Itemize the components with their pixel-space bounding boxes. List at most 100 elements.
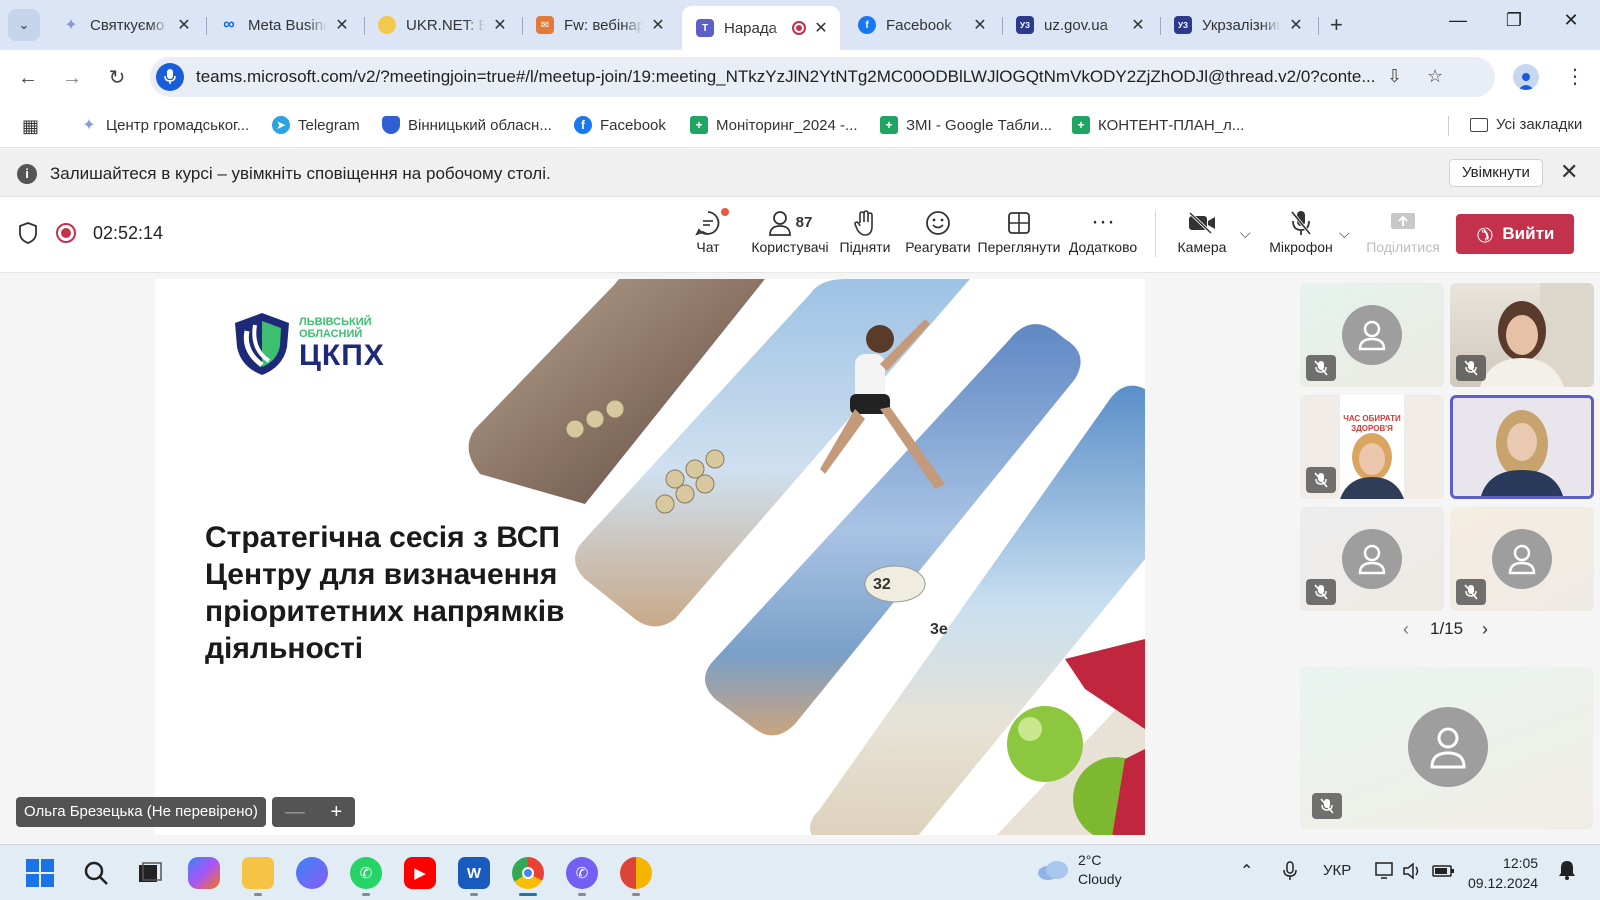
youtube-icon[interactable]: ▶ (404, 857, 436, 889)
uz-icon: УЗ (1174, 16, 1192, 34)
more-button[interactable]: ··· Додатково (1063, 205, 1143, 255)
close-icon[interactable]: ✕ (812, 18, 830, 38)
sheets-plus-icon: + (880, 116, 898, 134)
share-button[interactable]: Поділитися (1360, 205, 1446, 255)
close-icon[interactable]: ✕ (1560, 159, 1578, 185)
leave-button[interactable]: ✆ Вийти (1456, 214, 1574, 254)
bookmark-item[interactable]: ✦ Центр громадськог... (80, 116, 249, 135)
person-avatar-icon (1342, 305, 1402, 365)
browser-tab[interactable]: ✉ Fw: вебінар ✕ (522, 8, 677, 42)
viber-icon[interactable]: ✆ (566, 857, 598, 889)
browser-tab[interactable]: УЗ Укрзалізниця ✕ (1160, 8, 1315, 42)
new-tab-plus-icon[interactable]: + (1330, 12, 1343, 38)
unread-badge (721, 208, 729, 216)
microphone-icon[interactable] (156, 63, 184, 91)
network-icon[interactable] (1375, 861, 1397, 886)
notification-bell-icon[interactable] (1558, 859, 1576, 886)
reload-icon[interactable]: ↻ (103, 64, 131, 92)
volume-icon[interactable] (1402, 861, 1424, 886)
chrome-icon[interactable] (512, 857, 544, 889)
telegram-icon: ➤ (272, 116, 290, 134)
microphone-button[interactable]: Мікрофон (1262, 205, 1340, 255)
bookmark-item[interactable]: + Моніторинг_2024 -... (690, 116, 858, 134)
forward-arrow-icon[interactable]: → (58, 64, 86, 92)
search-icon[interactable] (80, 857, 112, 889)
browser-tab[interactable]: UKR.NET: Е ✕ (364, 8, 519, 42)
copilot-app-icon[interactable] (296, 857, 328, 889)
word-icon[interactable]: W (458, 857, 490, 889)
browser-tab[interactable]: ✦ Святкуємо ✕ (48, 8, 203, 42)
windows-start-icon[interactable] (24, 857, 56, 889)
share-screen-icon (1360, 205, 1446, 239)
task-view-icon[interactable] (134, 857, 166, 889)
close-icon[interactable]: ✕ (1129, 15, 1147, 35)
profile-avatar-icon[interactable] (1513, 64, 1539, 90)
view-button[interactable]: Переглянути (975, 205, 1063, 255)
url-text[interactable]: teams.microsoft.com/v2/?meetingjoin=true… (196, 67, 1396, 87)
battery-icon[interactable] (1432, 861, 1456, 886)
zoom-in-icon[interactable]: + (330, 801, 342, 824)
mic-muted-icon (1306, 579, 1336, 605)
file-explorer-icon[interactable] (242, 857, 274, 889)
raise-hand-button[interactable]: Підняти (826, 205, 904, 255)
address-bar[interactable]: teams.microsoft.com/v2/?meetingjoin=true… (150, 57, 1495, 97)
participant-tile[interactable] (1300, 283, 1444, 387)
close-icon[interactable]: ✕ (175, 15, 193, 35)
participant-tile-video[interactable] (1450, 283, 1594, 387)
window-close-icon[interactable]: ✕ (1556, 10, 1586, 31)
react-button[interactable]: Реагувати (897, 205, 979, 255)
whatsapp-icon[interactable]: ✆ (350, 857, 382, 889)
bookmark-item[interactable]: ➤ Telegram (272, 116, 360, 134)
close-icon[interactable]: ✕ (491, 15, 509, 35)
chat-button[interactable]: Чат (669, 205, 747, 255)
participant-tile[interactable] (1300, 507, 1444, 611)
bookmark-item[interactable]: + ЗМІ - Google Табли... (880, 116, 1052, 134)
tab-divider (1318, 17, 1319, 35)
browser-tab[interactable]: УЗ uz.gov.ua ✕ (1002, 8, 1157, 42)
close-icon[interactable]: ✕ (333, 15, 351, 35)
participant-tile-speaking[interactable] (1450, 395, 1594, 499)
more-menu-icon[interactable]: ⋮ (1565, 64, 1585, 89)
close-icon[interactable]: ✕ (649, 15, 667, 35)
browser-tab[interactable]: ∞ Meta Business ✕ (206, 8, 361, 42)
chevron-right-icon[interactable]: › (1482, 619, 1488, 640)
chevron-up-icon[interactable]: ⌃ (1240, 861, 1253, 881)
tab-search-button[interactable]: ⌄ (8, 9, 40, 41)
logo-line-1: ЛЬВІВСЬКИЙ (299, 316, 372, 328)
participant-tile-video[interactable]: ЧАС ОБИРАТИ ЗДОРОВ'Я (1300, 395, 1444, 499)
browser-tab[interactable]: f Facebook ✕ (844, 8, 999, 42)
participant-tile-large[interactable] (1300, 667, 1593, 829)
bookmark-item[interactable]: f Facebook (574, 116, 666, 134)
all-bookmarks[interactable]: Усі закладки (1470, 116, 1582, 133)
language-indicator[interactable]: УКР (1323, 862, 1351, 879)
minimize-icon[interactable]: — (1443, 10, 1473, 31)
participant-tile[interactable] (1450, 507, 1594, 611)
apps-grid-icon[interactable]: ▦ (22, 116, 39, 137)
shield-icon[interactable] (18, 222, 38, 250)
chevron-left-icon[interactable]: ‹ (1403, 619, 1409, 640)
mic-muted-icon (1312, 793, 1342, 819)
chevron-down-icon[interactable]: ⌵ (1339, 225, 1350, 242)
running-indicator (362, 893, 370, 896)
bookmark-item[interactable]: + КОНТЕНТ-ПЛАН_л... (1072, 116, 1244, 134)
enable-notifications-button[interactable]: Увімкнути (1449, 159, 1543, 187)
camera-button[interactable]: Камера (1163, 205, 1241, 255)
close-icon[interactable]: ✕ (1287, 15, 1305, 35)
bookmark-item[interactable]: Вінницький обласн... (382, 116, 552, 134)
restore-icon[interactable]: ❐ (1499, 10, 1529, 31)
zoom-out-icon[interactable]: — (285, 801, 305, 824)
system-clock[interactable]: 12:05 09.12.2024 (1468, 853, 1538, 893)
close-icon[interactable]: ✕ (971, 15, 989, 35)
running-indicator (254, 893, 262, 896)
copilot-icon[interactable] (188, 857, 220, 889)
weather-widget[interactable]: 2°C Cloudy (1036, 851, 1122, 889)
back-arrow-icon[interactable]: ← (14, 64, 42, 92)
microphone-icon[interactable] (1283, 861, 1297, 886)
star-icon[interactable]: ☆ (1427, 66, 1443, 87)
people-button[interactable]: 87 Користувачі (746, 205, 834, 255)
browser-app-icon[interactable] (620, 857, 652, 889)
browser-tab-active[interactable]: T Нарада ✕ (682, 6, 840, 50)
install-app-icon[interactable]: ⇩ (1387, 66, 1402, 87)
facebook-icon: f (574, 116, 592, 134)
chevron-down-icon[interactable]: ⌵ (1240, 225, 1251, 242)
